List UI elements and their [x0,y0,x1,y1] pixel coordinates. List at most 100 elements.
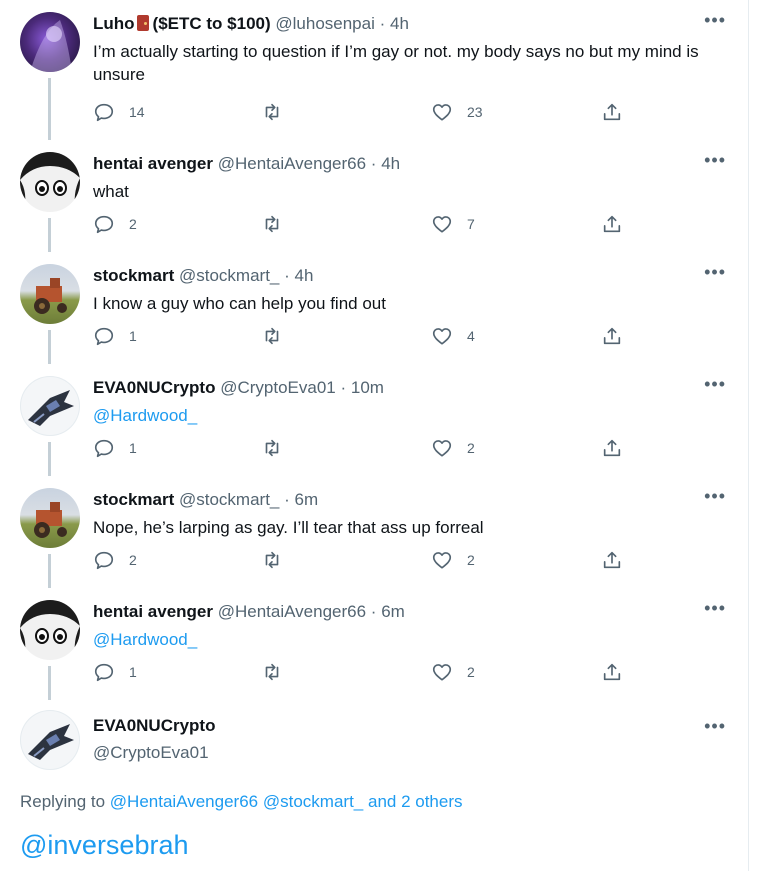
like-icon [432,104,452,121]
retweet-button[interactable] [261,547,297,573]
reply-count: 2 [129,552,137,568]
reply-icon [94,439,114,458]
replying-to: Replying to @HentaiAvenger66 @stockmart_… [20,792,463,812]
timestamp[interactable]: 6m [295,490,319,509]
tweet-text: what [93,182,129,201]
avatar[interactable] [20,12,80,72]
reply-icon [94,103,114,122]
avatar[interactable] [20,152,80,212]
display-name[interactable]: stockmart [93,490,174,509]
thread-line [48,666,51,700]
more-icon[interactable]: ••• [704,716,726,737]
reply-button[interactable]: 1 [93,659,137,685]
avatar[interactable] [20,600,80,660]
timestamp[interactable]: 4h [390,14,409,33]
share-icon [603,663,621,681]
handle[interactable]: @HentaiAvenger66 [218,154,366,173]
reply-count: 2 [129,216,137,232]
share-icon [603,327,621,345]
retweet-icon [265,327,279,345]
share-icon [603,551,621,569]
more-icon[interactable]: ••• [704,598,726,619]
reply-button[interactable]: 2 [93,211,137,237]
share-button[interactable] [601,547,623,573]
avatar[interactable] [20,376,80,436]
share-button[interactable] [601,323,623,349]
replying-user-link[interactable]: @HentaiAvenger66 [110,792,258,811]
more-icon[interactable]: ••• [704,10,726,31]
like-button[interactable]: 23 [431,99,483,125]
retweet-button[interactable] [261,99,297,125]
tweet-header: Luho ($ETC to $100) @luhosenpai · 4h [93,14,409,34]
retweet-button[interactable] [261,323,297,349]
handle[interactable]: @CryptoEva01 [220,378,336,397]
display-name[interactable]: EVA0NUCrypto [93,378,215,397]
like-icon [432,328,452,345]
avatar[interactable] [20,264,80,324]
reply-icon [94,327,114,346]
timestamp[interactable]: 6m [381,602,405,621]
timestamp[interactable]: 10m [351,378,384,397]
reply-button[interactable]: 1 [93,435,137,461]
tweet-text-mention[interactable]: @Hardwood_ [93,404,723,427]
retweet-button[interactable] [261,435,297,461]
handle[interactable]: @CryptoEva01 [93,741,723,764]
display-name[interactable]: Luho [93,14,135,33]
tweet[interactable]: hentai avenger @HentaiAvenger66 · 4h •••… [0,140,748,252]
share-icon [603,439,621,457]
share-button[interactable] [601,659,623,685]
like-button[interactable]: 2 [431,547,475,573]
reply-count: 1 [129,440,137,456]
retweet-button[interactable] [261,659,297,685]
share-button[interactable] [601,99,623,125]
retweet-icon [265,663,279,681]
display-name[interactable]: hentai avenger [93,602,213,621]
reply-button[interactable]: 2 [93,547,137,573]
tweet-header: hentai avenger @HentaiAvenger66 · 4h [93,154,400,174]
more-icon[interactable]: ••• [704,262,726,283]
display-name[interactable]: stockmart [93,266,174,285]
like-icon [432,552,452,569]
display-name[interactable]: EVA0NUCrypto [93,716,215,735]
tweet[interactable]: stockmart @stockmart_ · 4h ••• I know a … [0,252,748,364]
replying-user-link[interactable]: @stockmart_ [263,792,363,811]
tweet[interactable]: Luho ($ETC to $100) @luhosenpai · 4h ••• … [0,0,748,140]
like-button[interactable]: 7 [431,211,475,237]
avatar[interactable] [20,710,80,770]
tweet-actions: 2 2 [93,547,633,573]
reply-button[interactable]: 1 [93,323,137,349]
handle[interactable]: @HentaiAvenger66 [218,602,366,621]
tweet[interactable]: EVA0NUCrypto @CryptoEva01 · 10m ••• @Har… [0,364,748,476]
separator-dot: · [340,378,347,397]
reply-icon [94,663,114,682]
tweet[interactable]: stockmart @stockmart_ · 6m ••• Nope, he’… [0,476,748,588]
avatar[interactable] [20,488,80,548]
like-button[interactable]: 4 [431,323,475,349]
handle[interactable]: @stockmart_ [179,266,279,285]
timestamp[interactable]: 4h [381,154,400,173]
like-button[interactable]: 2 [431,435,475,461]
share-button[interactable] [601,211,623,237]
share-button[interactable] [601,435,623,461]
display-name-suffix[interactable]: ($ETC to $100) [153,14,271,33]
composer-header: EVA0NUCrypto [93,716,215,736]
like-icon [432,440,452,457]
display-name[interactable]: hentai avenger [93,154,213,173]
handle[interactable]: @luhosenpai [275,14,375,33]
handle[interactable]: @stockmart_ [179,490,279,509]
more-icon[interactable]: ••• [704,374,726,395]
replying-others-link[interactable]: and 2 others [368,792,463,811]
tweet[interactable]: hentai avenger @HentaiAvenger66 · 6m •••… [0,588,748,700]
thread-line [48,78,51,140]
reply-count: 1 [129,664,137,680]
compose-input[interactable]: @inversebrah [20,830,189,861]
timestamp[interactable]: 4h [295,266,314,285]
more-icon[interactable]: ••• [704,150,726,171]
thread-line [48,218,51,252]
more-icon[interactable]: ••• [704,486,726,507]
retweet-button[interactable] [261,211,297,237]
reply-button[interactable]: 14 [93,99,145,125]
separator-dot: · [370,154,377,173]
tweet-text-mention[interactable]: @Hardwood_ [93,628,723,651]
like-button[interactable]: 2 [431,659,475,685]
